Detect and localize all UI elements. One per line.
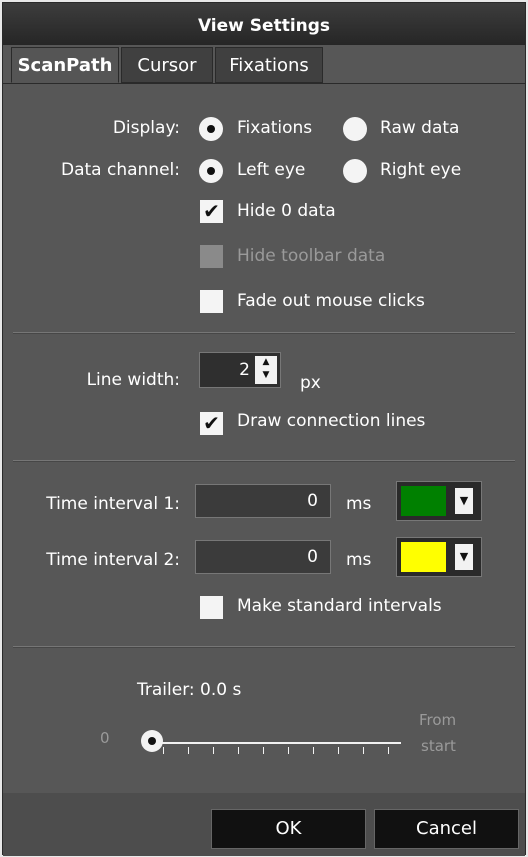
display-fixations-label: Fixations: [237, 118, 313, 138]
time-interval-2-color-picker[interactable]: ▼: [396, 537, 482, 577]
slider-tick: [163, 747, 164, 754]
checkmark-icon: ✔: [203, 199, 220, 223]
channel-right-eye-radio[interactable]: [343, 159, 367, 183]
hide-zero-label: Hide 0 data: [237, 201, 336, 221]
time-interval-2-input[interactable]: 0: [195, 540, 331, 574]
window-title: View Settings: [197, 16, 331, 36]
color-swatch: [401, 542, 446, 572]
ok-button[interactable]: OK: [211, 809, 366, 849]
section-divider: [13, 646, 515, 648]
slider-tick: [263, 747, 264, 754]
section-divider: [13, 332, 515, 334]
hide-toolbar-label: Hide toolbar data: [237, 246, 386, 266]
tab-cursor[interactable]: Cursor: [121, 47, 213, 83]
checkmark-icon: ✔: [203, 411, 220, 435]
dropdown-arrow-icon[interactable]: ▼: [455, 544, 473, 570]
fade-clicks-label: Fade out mouse clicks: [237, 291, 425, 311]
slider-tick: [363, 747, 364, 754]
color-swatch: [401, 486, 446, 516]
hide-toolbar-checkbox[interactable]: [200, 245, 223, 268]
slider-tick: [188, 747, 189, 754]
channel-left-eye-label: Left eye: [237, 160, 306, 180]
draw-lines-checkbox[interactable]: ✔: [200, 412, 223, 435]
slider-tick: [238, 747, 239, 754]
tab-divider: [3, 83, 525, 84]
time-interval-1-label: Time interval 1:: [46, 494, 180, 514]
trailer-label: Trailer: 0.0 s: [137, 680, 242, 700]
radio-selected-dot: [207, 167, 215, 175]
slider-thumb-dot: [148, 737, 156, 745]
slider-tick: [388, 747, 389, 754]
time-interval-1-input[interactable]: 0: [195, 484, 331, 518]
fade-clicks-checkbox[interactable]: [200, 290, 223, 313]
cancel-button[interactable]: Cancel: [374, 809, 519, 849]
tab-fixations[interactable]: Fixations: [215, 47, 323, 83]
trailer-max-label-line2: start: [421, 737, 456, 755]
draw-lines-label: Draw connection lines: [237, 411, 426, 431]
time-interval-1-color-picker[interactable]: ▼: [396, 481, 482, 521]
standard-intervals-checkbox[interactable]: [200, 596, 223, 619]
slider-tick: [213, 747, 214, 754]
slider-tick: [288, 747, 289, 754]
time-interval-1-unit: ms: [346, 494, 372, 514]
title-bar[interactable]: View Settings: [3, 3, 525, 45]
trailer-slider-track[interactable]: [153, 742, 401, 744]
time-interval-2-unit: ms: [346, 550, 372, 570]
spin-arrows-icon[interactable]: ▲ ▼: [255, 356, 277, 384]
radio-selected-dot: [207, 125, 215, 133]
line-width-label: Line width:: [86, 370, 180, 390]
dropdown-arrow-icon[interactable]: ▼: [455, 488, 473, 514]
trailer-min-label: 0: [100, 729, 110, 747]
display-label: Display:: [112, 118, 180, 138]
hide-zero-checkbox[interactable]: ✔: [200, 200, 223, 223]
line-width-unit: px: [300, 373, 321, 393]
standard-intervals-label: Make standard intervals: [237, 596, 442, 616]
display-rawdata-label: Raw data: [380, 118, 460, 138]
trailer-max-label-line1: From: [419, 711, 457, 729]
line-width-value: 2: [239, 360, 250, 380]
display-rawdata-radio[interactable]: [343, 117, 367, 141]
line-width-spinner[interactable]: 2 ▲ ▼: [199, 352, 281, 388]
view-settings-window: View Settings ScanPath Cursor Fixations …: [2, 2, 526, 856]
section-divider: [13, 460, 515, 462]
slider-tick: [313, 747, 314, 754]
tab-scanpath[interactable]: ScanPath: [11, 47, 119, 83]
slider-tick: [338, 747, 339, 754]
channel-left-eye-radio[interactable]: [199, 159, 223, 183]
display-fixations-radio[interactable]: [199, 117, 223, 141]
time-interval-2-label: Time interval 2:: [46, 550, 180, 570]
data-channel-label: Data channel:: [61, 160, 180, 180]
trailer-slider-thumb[interactable]: [141, 730, 163, 752]
channel-right-eye-label: Right eye: [380, 160, 462, 180]
